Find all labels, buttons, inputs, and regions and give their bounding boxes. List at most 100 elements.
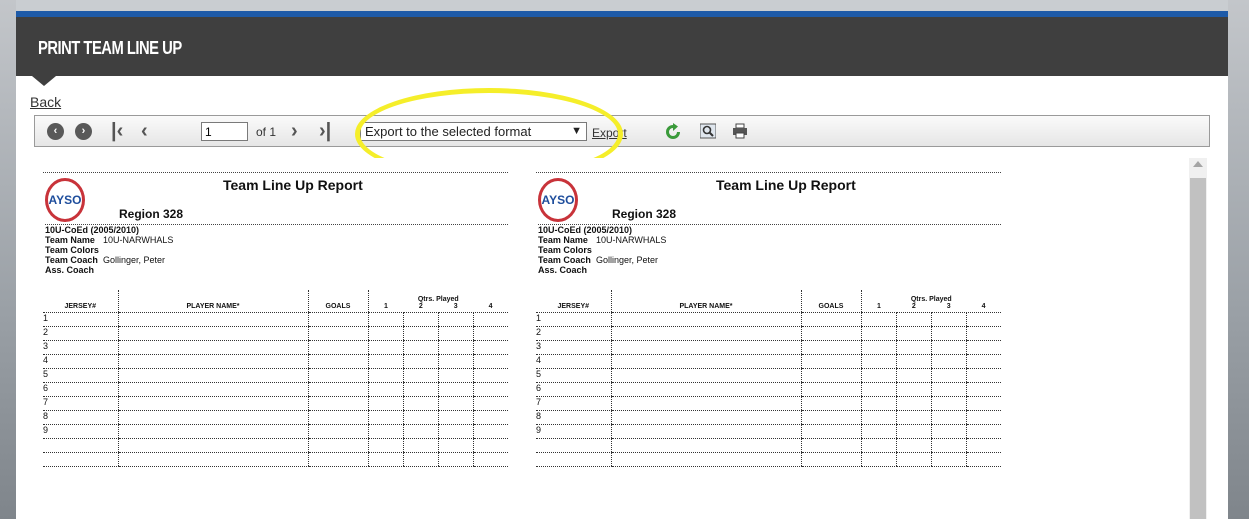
table-row [43, 438, 508, 453]
col-jersey: JERSEY# [43, 290, 118, 313]
jersey-cell: 7 [43, 396, 118, 411]
player-cell [117, 312, 308, 327]
player-cell [117, 326, 308, 341]
print-icon[interactable] [732, 123, 748, 139]
player-cell [117, 410, 308, 425]
q1-cell [860, 368, 896, 383]
vertical-scrollbar[interactable] [1189, 158, 1207, 519]
q2-cell [402, 382, 438, 397]
q4-cell [472, 326, 508, 341]
goals-cell [800, 452, 861, 467]
q2-cell [895, 340, 931, 355]
back-link[interactable]: Back [30, 94, 61, 110]
q4-cell [472, 424, 508, 439]
next-page-icon[interactable]: › [291, 120, 298, 142]
player-cell [117, 424, 308, 439]
q3-cell [930, 354, 966, 369]
q3-cell [437, 382, 473, 397]
q4-cell [472, 452, 508, 467]
jersey-cell [536, 452, 611, 467]
jersey-cell: 4 [43, 354, 118, 369]
player-cell [610, 326, 801, 341]
q4-cell [965, 410, 1001, 425]
jersey-cell [536, 438, 611, 453]
goals-cell [307, 452, 368, 467]
jersey-cell: 2 [43, 326, 118, 341]
goals-cell [800, 354, 861, 369]
q4-cell [965, 340, 1001, 355]
lineup-table: JERSEY# PLAYER NAME* GOALS Qtrs. Played … [43, 290, 508, 467]
first-page-icon[interactable]: |‹ [111, 120, 123, 142]
q1-cell [367, 452, 403, 467]
goals-cell [800, 368, 861, 383]
report-title: Team Line Up Report [716, 177, 856, 193]
q3-cell [930, 326, 966, 341]
q2-cell [402, 438, 438, 453]
field-key: Ass. Coach [45, 265, 95, 275]
q2-cell [895, 438, 931, 453]
player-cell [610, 382, 801, 397]
q4-cell [965, 424, 1001, 439]
table-row: 9 [43, 424, 508, 439]
goals-cell [800, 410, 861, 425]
table-row: 7 [536, 396, 1001, 411]
q4-cell [965, 312, 1001, 327]
table-row: 7 [43, 396, 508, 411]
refresh-icon[interactable] [664, 123, 682, 141]
q4-cell [965, 326, 1001, 341]
player-cell [117, 396, 308, 411]
search-icon[interactable] [700, 123, 716, 139]
goals-cell [800, 312, 861, 327]
jersey-cell: 9 [43, 424, 118, 439]
forward-circle-icon[interactable]: › [75, 121, 92, 141]
player-cell [610, 354, 801, 369]
table-row: 4 [536, 354, 1001, 369]
chevron-down-icon: ▼ [571, 125, 582, 137]
player-cell [117, 340, 308, 355]
goals-cell [307, 410, 368, 425]
goals-cell [307, 326, 368, 341]
field-key: Team Name [45, 235, 95, 245]
jersey-cell: 6 [536, 382, 611, 397]
q4-cell [965, 368, 1001, 383]
export-format-select[interactable]: Export to the selected format ▼ [360, 122, 587, 141]
back-circle-icon[interactable]: ‹ [47, 121, 64, 141]
region-label: Region 328 [612, 207, 677, 221]
q3-cell [437, 424, 473, 439]
scroll-thumb[interactable] [1190, 178, 1206, 519]
q1-cell [860, 340, 896, 355]
table-row: 1 [43, 312, 508, 327]
q4-cell [472, 340, 508, 355]
goals-cell [307, 382, 368, 397]
q4-cell [965, 396, 1001, 411]
goals-cell [307, 368, 368, 383]
prev-page-icon[interactable]: ‹ [141, 120, 148, 142]
q3-cell [437, 452, 473, 467]
q1-cell [860, 438, 896, 453]
table-row: 6 [43, 382, 508, 397]
table-row: 5 [536, 368, 1001, 383]
field-key: Team Coach [538, 255, 591, 265]
q2-cell [895, 312, 931, 327]
goals-cell [800, 396, 861, 411]
q2-cell [895, 396, 931, 411]
q1-cell [860, 326, 896, 341]
q1-cell [367, 410, 403, 425]
region-label: Region 328 [119, 207, 184, 221]
last-page-icon[interactable]: ›| [319, 120, 331, 142]
page-number-input[interactable] [201, 122, 248, 141]
col-jersey: JERSEY# [536, 290, 611, 313]
goals-cell [307, 396, 368, 411]
lineup-rows: 123456789 [43, 312, 508, 467]
jersey-cell: 9 [536, 424, 611, 439]
scroll-up-arrow-icon[interactable] [1193, 161, 1203, 167]
jersey-cell: 1 [536, 312, 611, 327]
table-row [43, 452, 508, 467]
goals-cell [800, 424, 861, 439]
export-link[interactable]: Export [592, 126, 627, 140]
goals-cell [800, 438, 861, 453]
table-row: 8 [43, 410, 508, 425]
jersey-cell [43, 438, 118, 453]
q3-cell [930, 424, 966, 439]
q3-cell [930, 396, 966, 411]
